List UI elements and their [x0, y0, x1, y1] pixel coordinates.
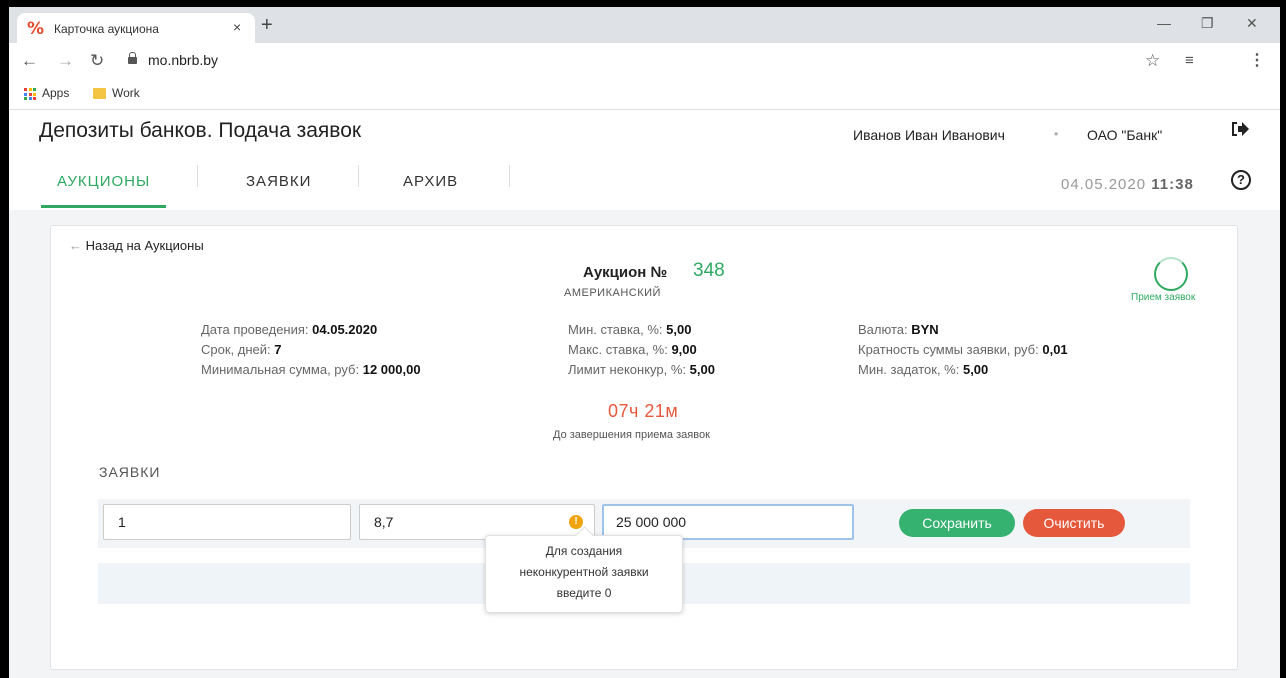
header-separator: •	[1054, 127, 1059, 141]
info-label: Срок, дней:	[201, 342, 271, 357]
back-arrow-icon[interactable]: ←	[21, 52, 38, 70]
info-value: 04.05.2020	[312, 322, 378, 337]
close-tab-icon[interactable]: ×	[233, 19, 241, 35]
clear-button[interactable]: Очистить	[1023, 509, 1125, 537]
new-tab-button[interactable]: +	[261, 15, 273, 35]
back-link-label: Назад на Аукционы	[85, 238, 204, 253]
current-time: 11:38	[1151, 176, 1194, 193]
reading-list-icon[interactable]: ≡	[1185, 52, 1194, 69]
info-min-deposit: Мин. задаток, %: 5,00	[858, 360, 1068, 380]
bookmarks-bar: Apps Work	[9, 79, 1280, 110]
browser-window: % Карточка аукциона × + — ❐ ✕ ← → ↻ mo.n…	[9, 7, 1280, 678]
info-max-rate: Макс. ставка, %: 9,00	[568, 340, 715, 360]
auction-type: АМЕРИКАНСКИЙ	[564, 287, 661, 299]
bookmark-work[interactable]: Work	[112, 86, 140, 100]
star-icon[interactable]: ☆	[1145, 51, 1160, 71]
info-min-rate: Мин. ставка, %: 5,00	[568, 320, 715, 340]
lock-icon	[128, 52, 137, 64]
help-icon[interactable]: ?	[1231, 170, 1251, 190]
info-warning-icon[interactable]: !	[569, 515, 583, 529]
info-label: Кратность суммы заявки, руб:	[858, 342, 1039, 357]
info-multiplicity: Кратность суммы заявки, руб: 0,01	[858, 340, 1068, 360]
status-progress-icon	[1154, 257, 1188, 291]
noncompetitive-tooltip: Для создания неконкурентной заявки введи…	[485, 535, 683, 613]
info-label: Мин. задаток, %:	[858, 362, 960, 377]
page-title: Депозиты банков. Подача заявок	[39, 119, 362, 142]
browser-tab[interactable]: % Карточка аукциона ×	[17, 13, 255, 43]
menu-kebab-icon[interactable]: ⋮	[1249, 50, 1265, 70]
info-column-2: Мин. ставка, %: 5,00 Макс. ставка, %: 9,…	[568, 320, 715, 380]
info-value: 12 000,00	[362, 362, 421, 377]
info-label: Минимальная сумма, руб:	[201, 362, 360, 377]
org-name: ОАО "Банк"	[1087, 127, 1163, 143]
info-currency: Валюта: BYN	[858, 320, 1068, 340]
info-label: Дата проведения:	[201, 322, 309, 337]
address-bar-row: ← → ↻ mo.nbrb.by ☆ ≡ ⋮	[9, 43, 1280, 79]
logout-icon[interactable]	[1230, 120, 1250, 143]
countdown-timer: 07ч 21м	[608, 401, 679, 421]
window-close-button[interactable]: ✕	[1246, 15, 1258, 31]
tab-strip: % Карточка аукциона × + — ❐ ✕	[9, 7, 1280, 43]
back-to-auctions-link[interactable]: ← Назад на Аукционы	[69, 238, 204, 253]
restore-button[interactable]: ❐	[1201, 15, 1214, 31]
status-label: Прием заявок	[1131, 292, 1196, 303]
info-label: Макс. ставка, %:	[568, 342, 668, 357]
active-tab-indicator	[41, 205, 166, 208]
tooltip-line: неконкурентной заявки	[519, 565, 649, 579]
bid-rate-value: 8,7	[374, 514, 394, 530]
auction-title: Аукцион №	[583, 264, 668, 281]
tab-archive[interactable]: АРХИВ	[403, 173, 458, 190]
minimize-button[interactable]: —	[1157, 15, 1171, 31]
bids-section-label: ЗАЯВКИ	[99, 464, 161, 480]
info-value: 5,00	[962, 362, 989, 377]
info-column-1: Дата проведения: 04.05.2020 Срок, дней: …	[201, 320, 421, 380]
url-field[interactable]: mo.nbrb.by	[148, 52, 218, 68]
forward-arrow-icon[interactable]: →	[57, 52, 74, 70]
nav-divider	[358, 165, 359, 187]
reload-icon[interactable]: ↻	[90, 52, 104, 70]
bid-number-field[interactable]: 1	[103, 504, 351, 540]
countdown-label: До завершения приема заявок	[553, 429, 710, 441]
info-label: Мин. ставка, %:	[568, 322, 663, 337]
tooltip-line: введите 0	[556, 586, 612, 600]
tab-auctions[interactable]: АУКЦИОНЫ	[57, 173, 150, 190]
current-date: 04.05.2020	[1061, 176, 1147, 193]
info-min-sum: Минимальная сумма, руб: 12 000,00	[201, 360, 421, 380]
apps-grid-icon[interactable]	[24, 88, 36, 100]
info-value: BYN	[911, 322, 939, 337]
nav-divider	[509, 165, 510, 187]
info-value: 9,00	[671, 342, 697, 357]
info-date: Дата проведения: 04.05.2020	[201, 320, 421, 340]
info-value: 5,00	[666, 322, 692, 337]
nav-divider	[197, 165, 198, 187]
info-column-3: Валюта: BYN Кратность суммы заявки, руб:…	[858, 320, 1068, 380]
save-button[interactable]: Сохранить	[899, 509, 1015, 537]
info-value: 5,00	[689, 362, 715, 377]
info-value: 7	[274, 342, 282, 357]
tab-title: Карточка аукциона	[54, 22, 159, 36]
info-value: 0,01	[1042, 342, 1068, 357]
info-label: Лимит неконкур, %:	[568, 362, 687, 377]
bookmark-apps[interactable]: Apps	[42, 86, 69, 100]
auction-number: 348	[693, 260, 725, 281]
percent-favicon-icon: %	[27, 19, 45, 39]
info-noncomp-limit: Лимит неконкур, %: 5,00	[568, 360, 715, 380]
back-arrow-icon: ←	[69, 238, 82, 253]
tab-bids[interactable]: ЗАЯВКИ	[246, 173, 311, 190]
info-label: Валюта:	[858, 322, 908, 337]
app-header: Депозиты банков. Подача заявок Иванов Ив…	[9, 110, 1280, 210]
user-name: Иванов Иван Иванович	[853, 127, 1005, 143]
tooltip-line: Для создания	[545, 544, 623, 558]
info-term: Срок, дней: 7	[201, 340, 421, 360]
current-datetime: 04.05.2020 11:38	[1061, 176, 1194, 193]
folder-icon	[93, 88, 106, 99]
